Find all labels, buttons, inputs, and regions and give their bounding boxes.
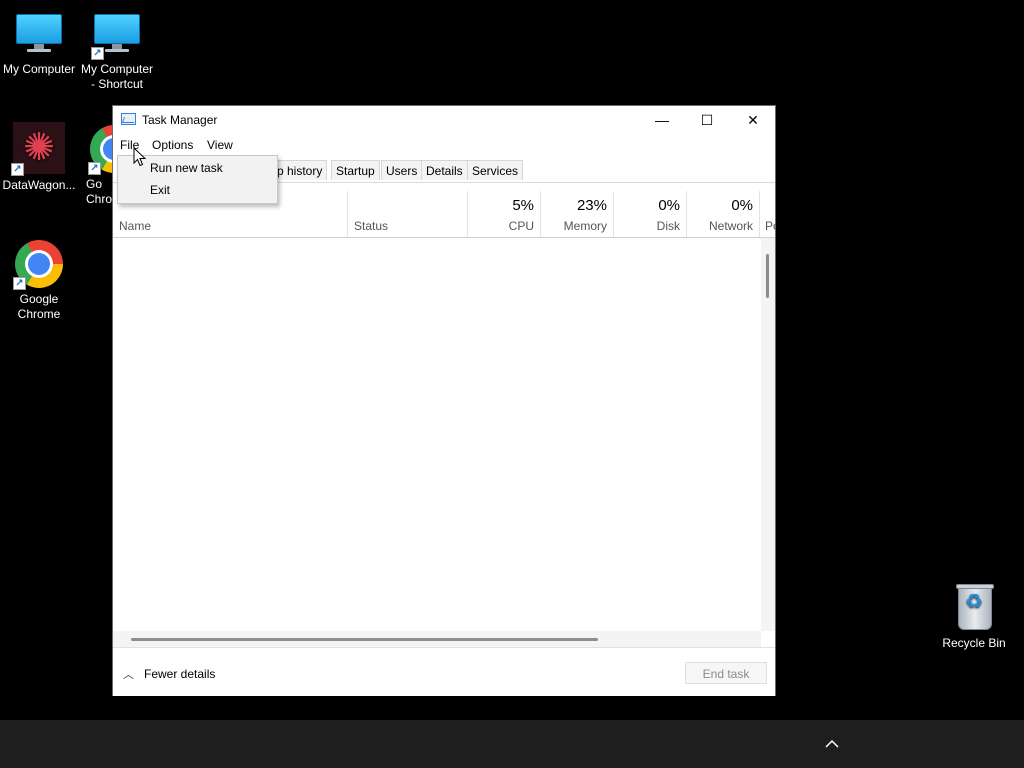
shortcut-arrow-icon: ↗ xyxy=(11,163,24,176)
column-disk[interactable]: 0% Disk xyxy=(614,191,687,237)
memory-label: Memory xyxy=(563,219,607,233)
network-percent: 0% xyxy=(731,197,753,214)
tab-details[interactable]: Details xyxy=(421,160,468,180)
desktop-icon-datawagon[interactable]: ✺ ↗ DataWagon... xyxy=(0,122,78,193)
menu-options[interactable]: Options xyxy=(149,138,196,152)
fewer-details-label: Fewer details xyxy=(144,667,216,681)
desktop-icon-google-chrome[interactable]: ↗ Google Chrome xyxy=(0,240,78,322)
desktop-icon-label: DataWagon... xyxy=(2,178,76,192)
network-label: Network xyxy=(708,219,753,233)
desktop-icon-label: Recycle Bin xyxy=(942,636,1006,650)
taskbar xyxy=(0,720,1024,768)
title-bar[interactable]: Task Manager — ☐ ✕ xyxy=(113,106,775,134)
menu-bar: File Options View xyxy=(113,135,775,155)
shortcut-arrow-icon: ↗ xyxy=(13,277,26,290)
show-hidden-icons-button[interactable] xyxy=(822,734,842,754)
maximize-button[interactable]: ☐ xyxy=(684,106,730,134)
minimize-icon: — xyxy=(655,112,669,128)
desktop-icon-my-computer-shortcut[interactable]: ↗ My Computer - Shortcut xyxy=(78,10,156,92)
desktop-icon-label: My Computer - Shortcut xyxy=(80,62,154,91)
mouse-cursor-icon xyxy=(133,147,147,167)
end-task-button[interactable]: End task xyxy=(685,662,767,684)
recycle-bin-icon xyxy=(956,584,994,630)
task-manager-icon xyxy=(121,113,136,125)
chevron-up-icon: ︿ xyxy=(123,669,134,681)
cpu-percent: 5% xyxy=(512,197,534,214)
horizontal-scroll-thumb[interactable] xyxy=(131,638,598,641)
cpu-label: CPU xyxy=(508,219,534,233)
chevron-up-icon xyxy=(825,739,839,748)
desktop-icon-label: My Computer xyxy=(2,62,76,76)
footer-bar: ︿ Fewer details End task xyxy=(113,647,775,696)
tab-app-history[interactable]: p history xyxy=(273,160,328,180)
column-name-label: Name xyxy=(119,219,152,233)
disk-percent: 0% xyxy=(658,197,680,214)
monitor-icon xyxy=(94,14,140,44)
column-status-label: Status xyxy=(354,219,389,233)
horizontal-scrollbar[interactable] xyxy=(113,631,761,647)
column-network[interactable]: 0% Network xyxy=(687,191,760,237)
window-title: Task Manager xyxy=(142,113,218,127)
disk-label: Disk xyxy=(656,219,680,233)
maximize-icon: ☐ xyxy=(700,111,714,128)
column-power[interactable]: Po xyxy=(760,191,775,237)
menu-view[interactable]: View xyxy=(204,138,236,152)
close-icon: ✕ xyxy=(747,111,759,128)
fewer-details-button[interactable]: ︿ Fewer details xyxy=(123,666,215,682)
shortcut-arrow-icon: ↗ xyxy=(91,47,104,60)
menu-item-run-new-task[interactable]: Run new task xyxy=(150,161,223,175)
column-status[interactable]: Status xyxy=(348,191,468,237)
process-list[interactable] xyxy=(113,238,761,631)
desktop-icon-label: Google Chrome xyxy=(17,292,61,321)
shortcut-arrow-icon: ↗ xyxy=(88,162,101,175)
vertical-scroll-thumb[interactable] xyxy=(766,254,769,298)
column-cpu[interactable]: 5% CPU xyxy=(468,191,541,237)
menu-item-exit[interactable]: Exit xyxy=(150,183,170,197)
desktop-icon-my-computer[interactable]: My Computer xyxy=(0,10,78,77)
vertical-scrollbar[interactable] xyxy=(761,238,775,631)
monitor-icon xyxy=(16,14,62,44)
tab-startup[interactable]: Startup xyxy=(331,160,380,180)
desktop-icon-recycle-bin[interactable]: Recycle Bin xyxy=(936,584,1012,651)
column-memory[interactable]: 23% Memory xyxy=(541,191,614,237)
close-button[interactable]: ✕ xyxy=(730,106,776,134)
memory-percent: 23% xyxy=(576,197,607,214)
power-label: Po xyxy=(765,219,775,233)
minimize-button[interactable]: — xyxy=(639,106,685,134)
tab-users[interactable]: Users xyxy=(381,160,423,180)
tab-services[interactable]: Services xyxy=(467,160,524,180)
